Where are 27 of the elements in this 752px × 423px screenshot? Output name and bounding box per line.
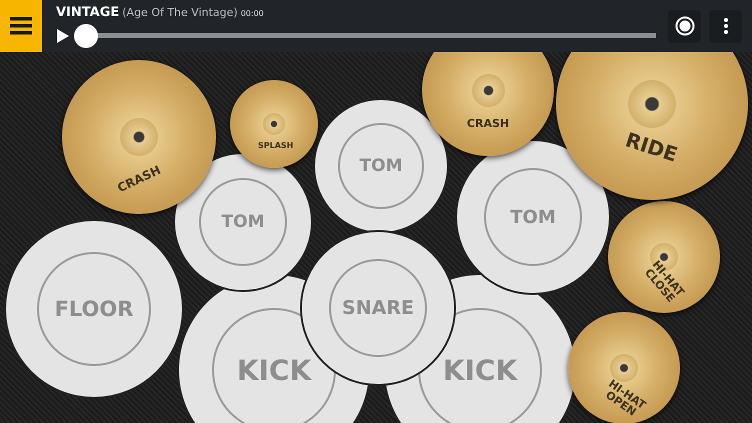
record-icon <box>674 16 694 36</box>
cymbal-pad[interactable]: RIDE <box>556 52 748 200</box>
track-title: VINTAGE <box>56 4 120 20</box>
drum-label: TOM <box>222 212 264 232</box>
cymbal-bell <box>120 118 158 156</box>
cymbal-label: RIDE <box>624 129 680 165</box>
play-button[interactable] <box>56 28 70 44</box>
menu-icon <box>10 17 32 35</box>
drum-label: TOM <box>510 206 556 228</box>
track-subtitle: (Age Of The Vintage) <box>122 6 238 18</box>
cymbal-pad[interactable]: SPLASH <box>230 80 318 168</box>
menu-button[interactable] <box>0 0 42 52</box>
cymbal-bell <box>628 80 676 128</box>
slider-thumb[interactable] <box>74 24 98 48</box>
play-icon <box>56 28 70 44</box>
cymbal-bell <box>263 113 285 135</box>
drum-pad[interactable]: TOM <box>315 100 447 232</box>
record-button[interactable] <box>668 10 701 42</box>
cymbal-label: CRASH <box>466 118 510 128</box>
cymbal-pad[interactable]: CRASH <box>422 52 554 156</box>
drum-label: TOM <box>360 156 402 176</box>
more-button[interactable] <box>709 10 742 42</box>
more-icon <box>724 18 728 34</box>
track-time: 00:00 <box>240 8 264 18</box>
cymbal-bell <box>472 74 504 106</box>
drum-label: FLOOR <box>54 297 134 321</box>
drum-pad[interactable]: FLOOR <box>6 221 182 397</box>
